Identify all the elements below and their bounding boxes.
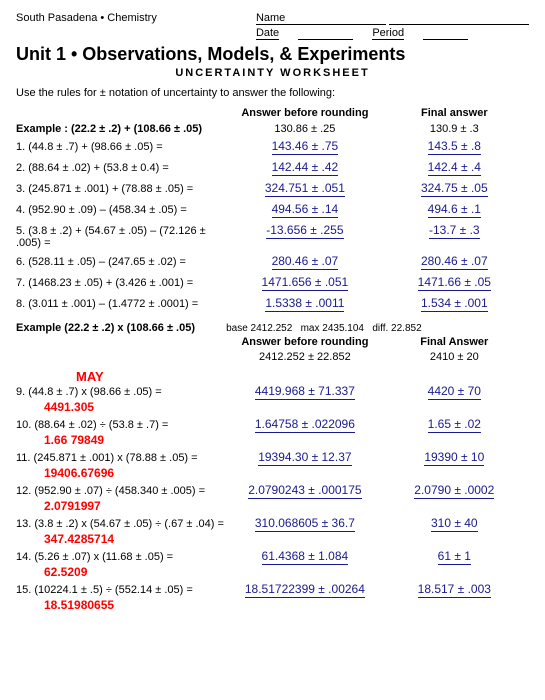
example2-col-headers: Answer before rounding Final Answer xyxy=(16,336,529,348)
may-label: MAY xyxy=(76,369,529,384)
problem-row-12: 12. (952.90 ± .07) ÷ (458.340 ± .005) = … xyxy=(16,483,529,513)
problem-1-text: 1. (44.8 ± .7) + (98.66 ± .05) = xyxy=(16,141,230,153)
period-label: Period xyxy=(372,27,404,40)
p9-before: 4419.968 ± 71.337 xyxy=(230,384,379,400)
school-name: South Pasadena • Chemistry xyxy=(16,12,157,40)
problem-row-10: 10. (88.64 ± .02) ÷ (53.8 ± .7) = 1.6475… xyxy=(16,417,529,447)
p9-calc: 4491.305 xyxy=(44,400,94,414)
date-label: Date xyxy=(256,27,279,40)
problem-row-6: 6. (528.11 ± .05) – (247.65 ± .02) = 280… xyxy=(16,254,529,270)
name-date-area: Name Date Period xyxy=(256,12,529,40)
problem-row-9: 9. (44.8 ± .7) x (98.66 ± .05) = 4419.96… xyxy=(16,384,529,414)
col-final-header: Final answer xyxy=(380,107,529,119)
p15-before: 18.51722399 ± .00264 xyxy=(230,582,379,598)
p11-calc: 19406.67696 xyxy=(44,466,114,480)
example1-before: 130.86 ± .25 xyxy=(230,123,379,135)
example2-problem: Example (22.2 ± .2) x (108.66 ± .05) xyxy=(16,322,226,334)
p13-final: 310 ± 40 xyxy=(380,516,529,532)
example2-answers: 2412.252 ± 22.852 2410 ± 20 xyxy=(16,351,529,363)
problem-row-2: 2. (88.64 ± .02) + (53.8 ± 0.4) = 142.44… xyxy=(16,160,529,176)
p15-calc: 18.51980655 xyxy=(44,598,114,612)
problem-6-text: 6. (528.11 ± .05) – (247.65 ± .02) = xyxy=(16,256,230,268)
example2-before-val: 2412.252 ± 22.852 xyxy=(230,351,379,363)
p10-calc: 1.66 79849 xyxy=(44,433,104,447)
date-period-line: Date Period xyxy=(256,27,529,40)
p14-before: 61.4368 ± 1.084 xyxy=(230,549,379,565)
example2-final-val: 2410 ± 20 xyxy=(380,351,529,363)
p10-before: 1.64758 ± .022096 xyxy=(230,417,379,433)
problem-8-text: 8. (3.011 ± .001) – (1.4772 ± .0001) = xyxy=(16,298,230,310)
problem-8-before: 1.5338 ± .0011 xyxy=(230,296,379,312)
may-container: MAY xyxy=(76,369,529,384)
problem-2-final: 142.4 ± .4 xyxy=(380,160,529,176)
problem-3-text: 3. (245.871 ± .001) + (78.88 ± .05) = xyxy=(16,183,230,195)
example2-row: Example (22.2 ± .2) x (108.66 ± .05) bas… xyxy=(16,322,529,334)
p12-calc: 2.0791997 xyxy=(44,499,101,513)
problem-2-before: 142.44 ± .42 xyxy=(230,160,379,176)
p14-calc: 62.5209 xyxy=(44,565,87,579)
problem-5-final: -13.7 ± .3 xyxy=(380,223,529,239)
example1-final: 130.9 ± .3 xyxy=(380,123,529,135)
problem-row-14: 14. (5.26 ± .07) x (11.68 ± .05) = 61.43… xyxy=(16,549,529,579)
problem-7-before: 1471.656 ± .051 xyxy=(230,275,379,291)
problem-1-final: 143.5 ± .8 xyxy=(380,139,529,155)
problem-row-11: 11. (245.871 ± .001) x (78.88 ± .05) = 1… xyxy=(16,450,529,480)
problem-row-4: 4. (952.90 ± .09) – (458.34 ± .05) = 494… xyxy=(16,202,529,218)
example2-final-label: Final Answer xyxy=(380,336,529,348)
p12-final: 2.0790 ± .0002 xyxy=(380,483,529,499)
example1-row: Example : (22.2 ± .2) + (108.66 ± .05) 1… xyxy=(16,123,529,135)
problem-6-final: 280.46 ± .07 xyxy=(380,254,529,270)
p14-final: 61 ± 1 xyxy=(380,549,529,565)
column-headers: Answer before rounding Final answer xyxy=(16,107,529,119)
problem-row-3: 3. (245.871 ± .001) + (78.88 ± .05) = 32… xyxy=(16,181,529,197)
p11-final: 19390 ± 10 xyxy=(380,450,529,466)
problem-row-15: 15. (10224.1 ± .5) ÷ (552.14 ± .05) = 18… xyxy=(16,582,529,612)
col-before-header: Answer before rounding xyxy=(230,107,379,119)
problem-5-before: -13.656 ± .255 xyxy=(230,223,379,239)
header: South Pasadena • Chemistry Name Date Per… xyxy=(16,12,529,40)
col-problem-header xyxy=(16,107,230,119)
problem-7-text: 7. (1468.23 ± .05) + (3.426 ± .001) = xyxy=(16,277,230,289)
unit-title: Unit 1 • Observations, Models, & Experim… xyxy=(16,44,529,65)
problem-4-text: 4. (952.90 ± .09) – (458.34 ± .05) = xyxy=(16,204,230,216)
p13-calc: 347.4285714 xyxy=(44,532,114,546)
worksheet-title: UNCERTAINTY WORKSHEET xyxy=(16,67,529,79)
problem-5-text: 5. (3.8 ± .2) + (54.67 ± .05) – (72.126 … xyxy=(16,225,230,249)
problem-6-before: 280.46 ± .07 xyxy=(230,254,379,270)
example2-before-label: Answer before rounding xyxy=(230,336,379,348)
problem-7-final: 1471.66 ± .05 xyxy=(380,275,529,291)
p10-final: 1.65 ± .02 xyxy=(380,417,529,433)
example2-base-max-diff: base 2412.252 max 2435.104 diff. 22.852 xyxy=(226,323,529,334)
p15-final: 18.517 ± .003 xyxy=(380,582,529,598)
problem-row-1: 1. (44.8 ± .7) + (98.66 ± .05) = 143.46 … xyxy=(16,139,529,155)
problem-row-7: 7. (1468.23 ± .05) + (3.426 ± .001) = 14… xyxy=(16,275,529,291)
problem-3-final: 324.75 ± .05 xyxy=(380,181,529,197)
p11-before: 19394.30 ± 12.37 xyxy=(230,450,379,466)
p9-final: 4420 ± 70 xyxy=(380,384,529,400)
problem-8-final: 1.534 ± .001 xyxy=(380,296,529,312)
problem-4-before: 494.56 ± .14 xyxy=(230,202,379,218)
problem-1-before: 143.46 ± .75 xyxy=(230,139,379,155)
name-label: Name xyxy=(256,12,386,25)
problem-3-before: 324.751 ± .051 xyxy=(230,181,379,197)
problem-row-5: 5. (3.8 ± .2) + (54.67 ± .05) – (72.126 … xyxy=(16,223,529,249)
p12-before: 2.0790243 ± .000175 xyxy=(230,483,379,499)
example1-problem: Example : (22.2 ± .2) + (108.66 ± .05) xyxy=(16,123,230,135)
name-line: Name xyxy=(256,12,529,25)
problem-4-final: 494.6 ± .1 xyxy=(380,202,529,218)
p13-before: 310.068605 ± 36.7 xyxy=(230,516,379,532)
problems-section: 1. (44.8 ± .7) + (98.66 ± .05) = 143.46 … xyxy=(16,139,529,312)
instructions: Use the rules for ± notation of uncertai… xyxy=(16,87,529,99)
problem-row-13: 13. (3.8 ± .2) x (54.67 ± .05) ÷ (.67 ± … xyxy=(16,516,529,546)
problem-2-text: 2. (88.64 ± .02) + (53.8 ± 0.4) = xyxy=(16,162,230,174)
problem-row-8: 8. (3.011 ± .001) – (1.4772 ± .0001) = 1… xyxy=(16,296,529,312)
problems2-section: 9. (44.8 ± .7) x (98.66 ± .05) = 4419.96… xyxy=(16,384,529,612)
